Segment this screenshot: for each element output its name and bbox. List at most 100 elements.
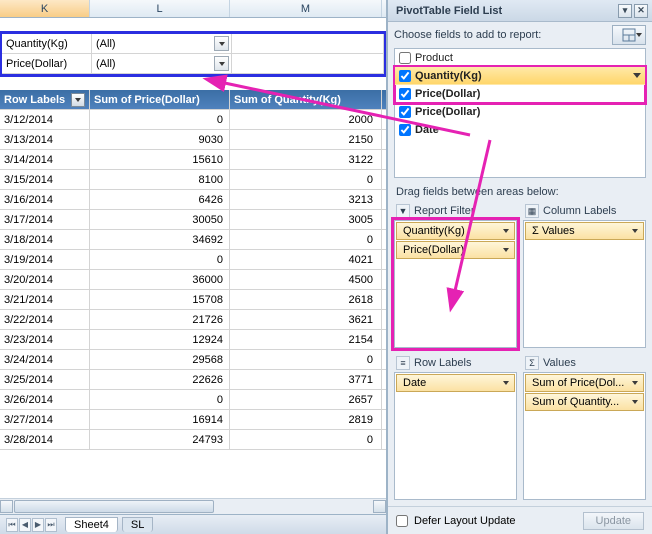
rows-icon: ≡ (396, 356, 410, 370)
pane-title: PivotTable Field List (396, 5, 502, 17)
pane-title-bar: PivotTable Field List ▾ ✕ (388, 0, 652, 22)
qty-cell: 0 (230, 430, 382, 449)
qty-cell: 2657 (230, 390, 382, 409)
filter-dropdown-icon[interactable] (214, 56, 229, 71)
qty-cell: 3005 (230, 210, 382, 229)
table-row[interactable]: 3/27/2014 16914 2819 (0, 410, 386, 430)
table-row[interactable]: 3/13/2014 9030 2150 (0, 130, 386, 150)
table-row[interactable]: 3/23/2014 12924 2154 (0, 330, 386, 350)
field-checkbox[interactable] (399, 70, 411, 82)
table-row[interactable]: 3/21/2014 15708 2618 (0, 290, 386, 310)
table-row[interactable]: 3/16/2014 6426 3213 (0, 190, 386, 210)
price-cell: 8100 (90, 170, 230, 189)
date-cell: 3/14/2014 (0, 150, 90, 169)
field-item[interactable]: Product (395, 49, 645, 67)
update-button[interactable]: Update (583, 512, 644, 530)
qty-cell: 3213 (230, 190, 382, 209)
field-label: Price(Dollar) (415, 106, 480, 118)
price-cell: 24793 (90, 430, 230, 449)
table-row[interactable]: 3/12/2014 0 2000 (0, 110, 386, 130)
pivot-header-row: Row Labels Sum of Price(Dollar) Sum of Q… (0, 90, 386, 110)
sum-qty-header: Sum of Quantity(Kg) (230, 90, 382, 109)
table-row[interactable]: 3/18/2014 34692 0 (0, 230, 386, 250)
price-cell: 29568 (90, 350, 230, 369)
qty-cell: 2618 (230, 290, 382, 309)
field-checkbox[interactable] (399, 124, 411, 136)
field-list: Product Quantity(Kg) Price(Dollar) Price… (394, 48, 646, 178)
field-label: Date (415, 124, 439, 136)
qty-cell: 3771 (230, 370, 382, 389)
filter-label: Price(Dollar) (2, 54, 92, 73)
table-row[interactable]: 3/22/2014 21726 3621 (0, 310, 386, 330)
col-header-k[interactable]: K (0, 0, 90, 17)
qty-cell: 2000 (230, 110, 382, 129)
table-row[interactable]: 3/28/2014 24793 0 (0, 430, 386, 450)
field-item[interactable]: Quantity(Kg) (395, 67, 645, 85)
qty-cell: 0 (230, 230, 382, 249)
qty-cell: 3122 (230, 150, 382, 169)
defer-layout-checkbox[interactable] (396, 515, 408, 527)
date-cell: 3/18/2014 (0, 230, 90, 249)
field-item[interactable]: Date (395, 121, 645, 139)
close-icon[interactable]: ✕ (634, 4, 648, 18)
area-field-chip[interactable]: Quantity(Kg) (396, 222, 515, 240)
chevron-down-icon[interactable] (633, 73, 641, 78)
qty-cell: 2150 (230, 130, 382, 149)
drag-fields-label: Drag fields between areas below: (388, 178, 652, 202)
date-cell: 3/28/2014 (0, 430, 90, 449)
filter-dropdown-icon[interactable] (214, 36, 229, 51)
chevron-down-icon[interactable]: ▾ (618, 4, 632, 18)
horizontal-scrollbar[interactable] (0, 498, 386, 514)
pivottable-field-list-pane: PivotTable Field List ▾ ✕ Choose fields … (387, 0, 652, 534)
date-cell: 3/15/2014 (0, 170, 90, 189)
sheet-tab[interactable]: SL (122, 517, 153, 532)
col-header-l[interactable]: L (90, 0, 230, 17)
filter-value[interactable]: (All) (92, 54, 232, 73)
table-row[interactable]: 3/26/2014 0 2657 (0, 390, 386, 410)
table-row[interactable]: 3/17/2014 30050 3005 (0, 210, 386, 230)
date-cell: 3/25/2014 (0, 370, 90, 389)
qty-cell: 4021 (230, 250, 382, 269)
sheet-tab-active[interactable]: Sheet4 (65, 517, 118, 532)
date-cell: 3/24/2014 (0, 350, 90, 369)
date-cell: 3/16/2014 (0, 190, 90, 209)
field-item[interactable]: Price(Dollar) (395, 103, 645, 121)
table-row[interactable]: 3/25/2014 22626 3771 (0, 370, 386, 390)
price-cell: 34692 (90, 230, 230, 249)
field-checkbox[interactable] (399, 52, 411, 64)
row-labels-header[interactable]: Row Labels (0, 90, 90, 109)
price-cell: 16914 (90, 410, 230, 429)
filter-label: Quantity(Kg) (2, 34, 92, 53)
price-cell: 21726 (90, 310, 230, 329)
price-cell: 6426 (90, 190, 230, 209)
layout-options-button[interactable] (612, 25, 646, 45)
field-checkbox[interactable] (399, 106, 411, 118)
col-header-m[interactable]: M (230, 0, 382, 17)
area-field-chip[interactable]: Σ Values (525, 222, 644, 240)
sigma-icon: Σ (525, 356, 539, 370)
sheet-tab-bar: ⏮◀▶⏭ Sheet4 SL (0, 514, 386, 534)
date-cell: 3/27/2014 (0, 410, 90, 429)
row-labels-dropdown-icon[interactable] (71, 93, 85, 107)
field-checkbox[interactable] (399, 88, 411, 100)
table-row[interactable]: 3/15/2014 8100 0 (0, 170, 386, 190)
area-field-chip[interactable]: Date (396, 374, 515, 392)
area-field-chip[interactable]: Price(Dollar) (396, 241, 515, 259)
table-row[interactable]: 3/20/2014 36000 4500 (0, 270, 386, 290)
field-item[interactable]: Price(Dollar) (395, 85, 645, 103)
area-field-chip[interactable]: Sum of Price(Dol... (525, 374, 644, 392)
price-cell: 9030 (90, 130, 230, 149)
columns-icon: ▦ (525, 204, 539, 218)
date-cell: 3/23/2014 (0, 330, 90, 349)
field-label: Quantity(Kg) (415, 70, 482, 82)
area-field-chip[interactable]: Sum of Quantity... (525, 393, 644, 411)
price-cell: 15708 (90, 290, 230, 309)
table-row[interactable]: 3/19/2014 0 4021 (0, 250, 386, 270)
area-column-labels: ▦Column Labels Σ Values (523, 202, 646, 348)
price-cell: 0 (90, 390, 230, 409)
sheet-nav-arrows[interactable]: ⏮◀▶⏭ (6, 518, 57, 532)
price-cell: 12924 (90, 330, 230, 349)
table-row[interactable]: 3/24/2014 29568 0 (0, 350, 386, 370)
filter-value[interactable]: (All) (92, 34, 232, 53)
table-row[interactable]: 3/14/2014 15610 3122 (0, 150, 386, 170)
